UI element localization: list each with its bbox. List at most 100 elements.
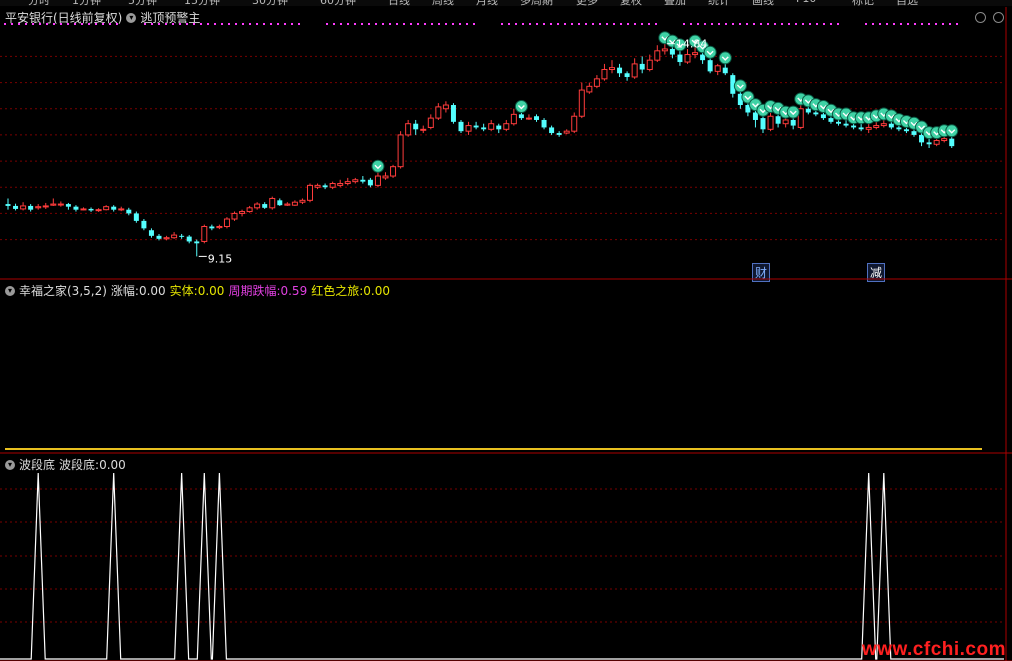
- dot-mark: [200, 23, 202, 25]
- chart-canvas[interactable]: 14.84 9.15: [0, 0, 1012, 661]
- candle-body: [163, 237, 170, 240]
- candle-body: [760, 118, 766, 130]
- candle-body: [473, 125, 479, 128]
- candle-body: [609, 67, 615, 71]
- candle-body: [851, 125, 857, 128]
- candle-body: [873, 125, 880, 128]
- dot-mark: [571, 23, 573, 25]
- dot-mark: [403, 23, 405, 25]
- candle-body: [631, 63, 638, 78]
- dot-mark: [634, 23, 636, 25]
- dot-mark: [193, 23, 195, 25]
- candle-body: [790, 119, 796, 126]
- dot-mark: [788, 23, 790, 25]
- dot-mark: [795, 23, 797, 25]
- dot-mark: [732, 23, 734, 25]
- dot-mark: [774, 23, 776, 25]
- candle-body: [896, 127, 902, 130]
- dot-mark: [214, 23, 216, 25]
- candle-body: [684, 54, 691, 63]
- signal-icon: [786, 105, 800, 119]
- candle-body: [194, 241, 200, 244]
- dot-mark: [501, 23, 503, 25]
- dot-mark: [417, 23, 419, 25]
- dot-mark: [914, 23, 916, 25]
- dot-mark: [53, 23, 55, 25]
- dot-mark: [739, 23, 741, 25]
- dot-mark: [11, 23, 13, 25]
- dot-mark: [809, 23, 811, 25]
- dot-mark: [767, 23, 769, 25]
- candle-body: [828, 118, 834, 122]
- candle-body: [518, 114, 524, 119]
- candle-body: [481, 127, 487, 130]
- candle-body: [933, 140, 940, 145]
- dot-mark: [907, 23, 909, 25]
- candle-body: [209, 226, 215, 229]
- dot-mark: [536, 23, 538, 25]
- dot-mark: [340, 23, 342, 25]
- candle-body: [201, 225, 208, 242]
- dot-mark: [508, 23, 510, 25]
- candle-body: [692, 52, 699, 56]
- dot-mark: [949, 23, 951, 25]
- dot-mark: [438, 23, 440, 25]
- candle-body: [141, 220, 147, 229]
- candle-body: [707, 60, 713, 72]
- candle-body: [435, 106, 442, 119]
- candle-body: [654, 50, 661, 61]
- candle-body: [156, 235, 162, 239]
- candle-body: [254, 203, 261, 209]
- wave-bottom-line: [0, 472, 1004, 660]
- candle-body: [57, 203, 64, 206]
- candle-body: [133, 213, 139, 221]
- dot-mark: [606, 23, 608, 25]
- dot-mark: [375, 23, 377, 25]
- candle-body: [941, 138, 948, 142]
- dot-mark: [81, 23, 83, 25]
- candle-body: [836, 121, 841, 124]
- dot-mark: [466, 23, 468, 25]
- candle-body: [617, 67, 623, 74]
- dot-mark: [144, 23, 146, 25]
- candle-body: [269, 197, 276, 209]
- dot-mark: [648, 23, 650, 25]
- dot-mark: [361, 23, 363, 25]
- candle-body: [314, 184, 321, 188]
- candle-body: [782, 119, 789, 125]
- dot-mark: [543, 23, 545, 25]
- dot-mark: [641, 23, 643, 25]
- candle-body: [661, 48, 668, 52]
- candle-body: [337, 183, 344, 186]
- candle-body: [246, 207, 253, 213]
- candle-body: [949, 138, 955, 147]
- dot-mark: [25, 23, 27, 25]
- dot-mark: [368, 23, 370, 25]
- candle-body: [329, 183, 336, 188]
- candle-body: [510, 113, 517, 125]
- dot-mark: [389, 23, 391, 25]
- dot-mark: [116, 23, 118, 25]
- candle-body: [35, 206, 42, 209]
- candle-body: [624, 73, 630, 77]
- candle-body: [888, 123, 894, 128]
- candle-body: [80, 208, 87, 211]
- candle-body: [639, 63, 645, 70]
- dot-mark: [753, 23, 755, 25]
- dot-mark: [921, 23, 923, 25]
- candle-body: [820, 114, 826, 119]
- candle-body: [65, 204, 71, 207]
- candle-body: [669, 48, 675, 55]
- dot-mark: [956, 23, 958, 25]
- candle-body: [813, 112, 819, 115]
- candle-body: [911, 131, 917, 135]
- dot-mark: [256, 23, 258, 25]
- dot-mark: [249, 23, 251, 25]
- candle-body: [926, 142, 932, 145]
- candle-body: [534, 116, 539, 120]
- candle-body: [420, 128, 427, 131]
- dot-mark: [95, 23, 97, 25]
- candle-body: [549, 127, 555, 134]
- dot-mark: [347, 23, 349, 25]
- dot-mark: [410, 23, 412, 25]
